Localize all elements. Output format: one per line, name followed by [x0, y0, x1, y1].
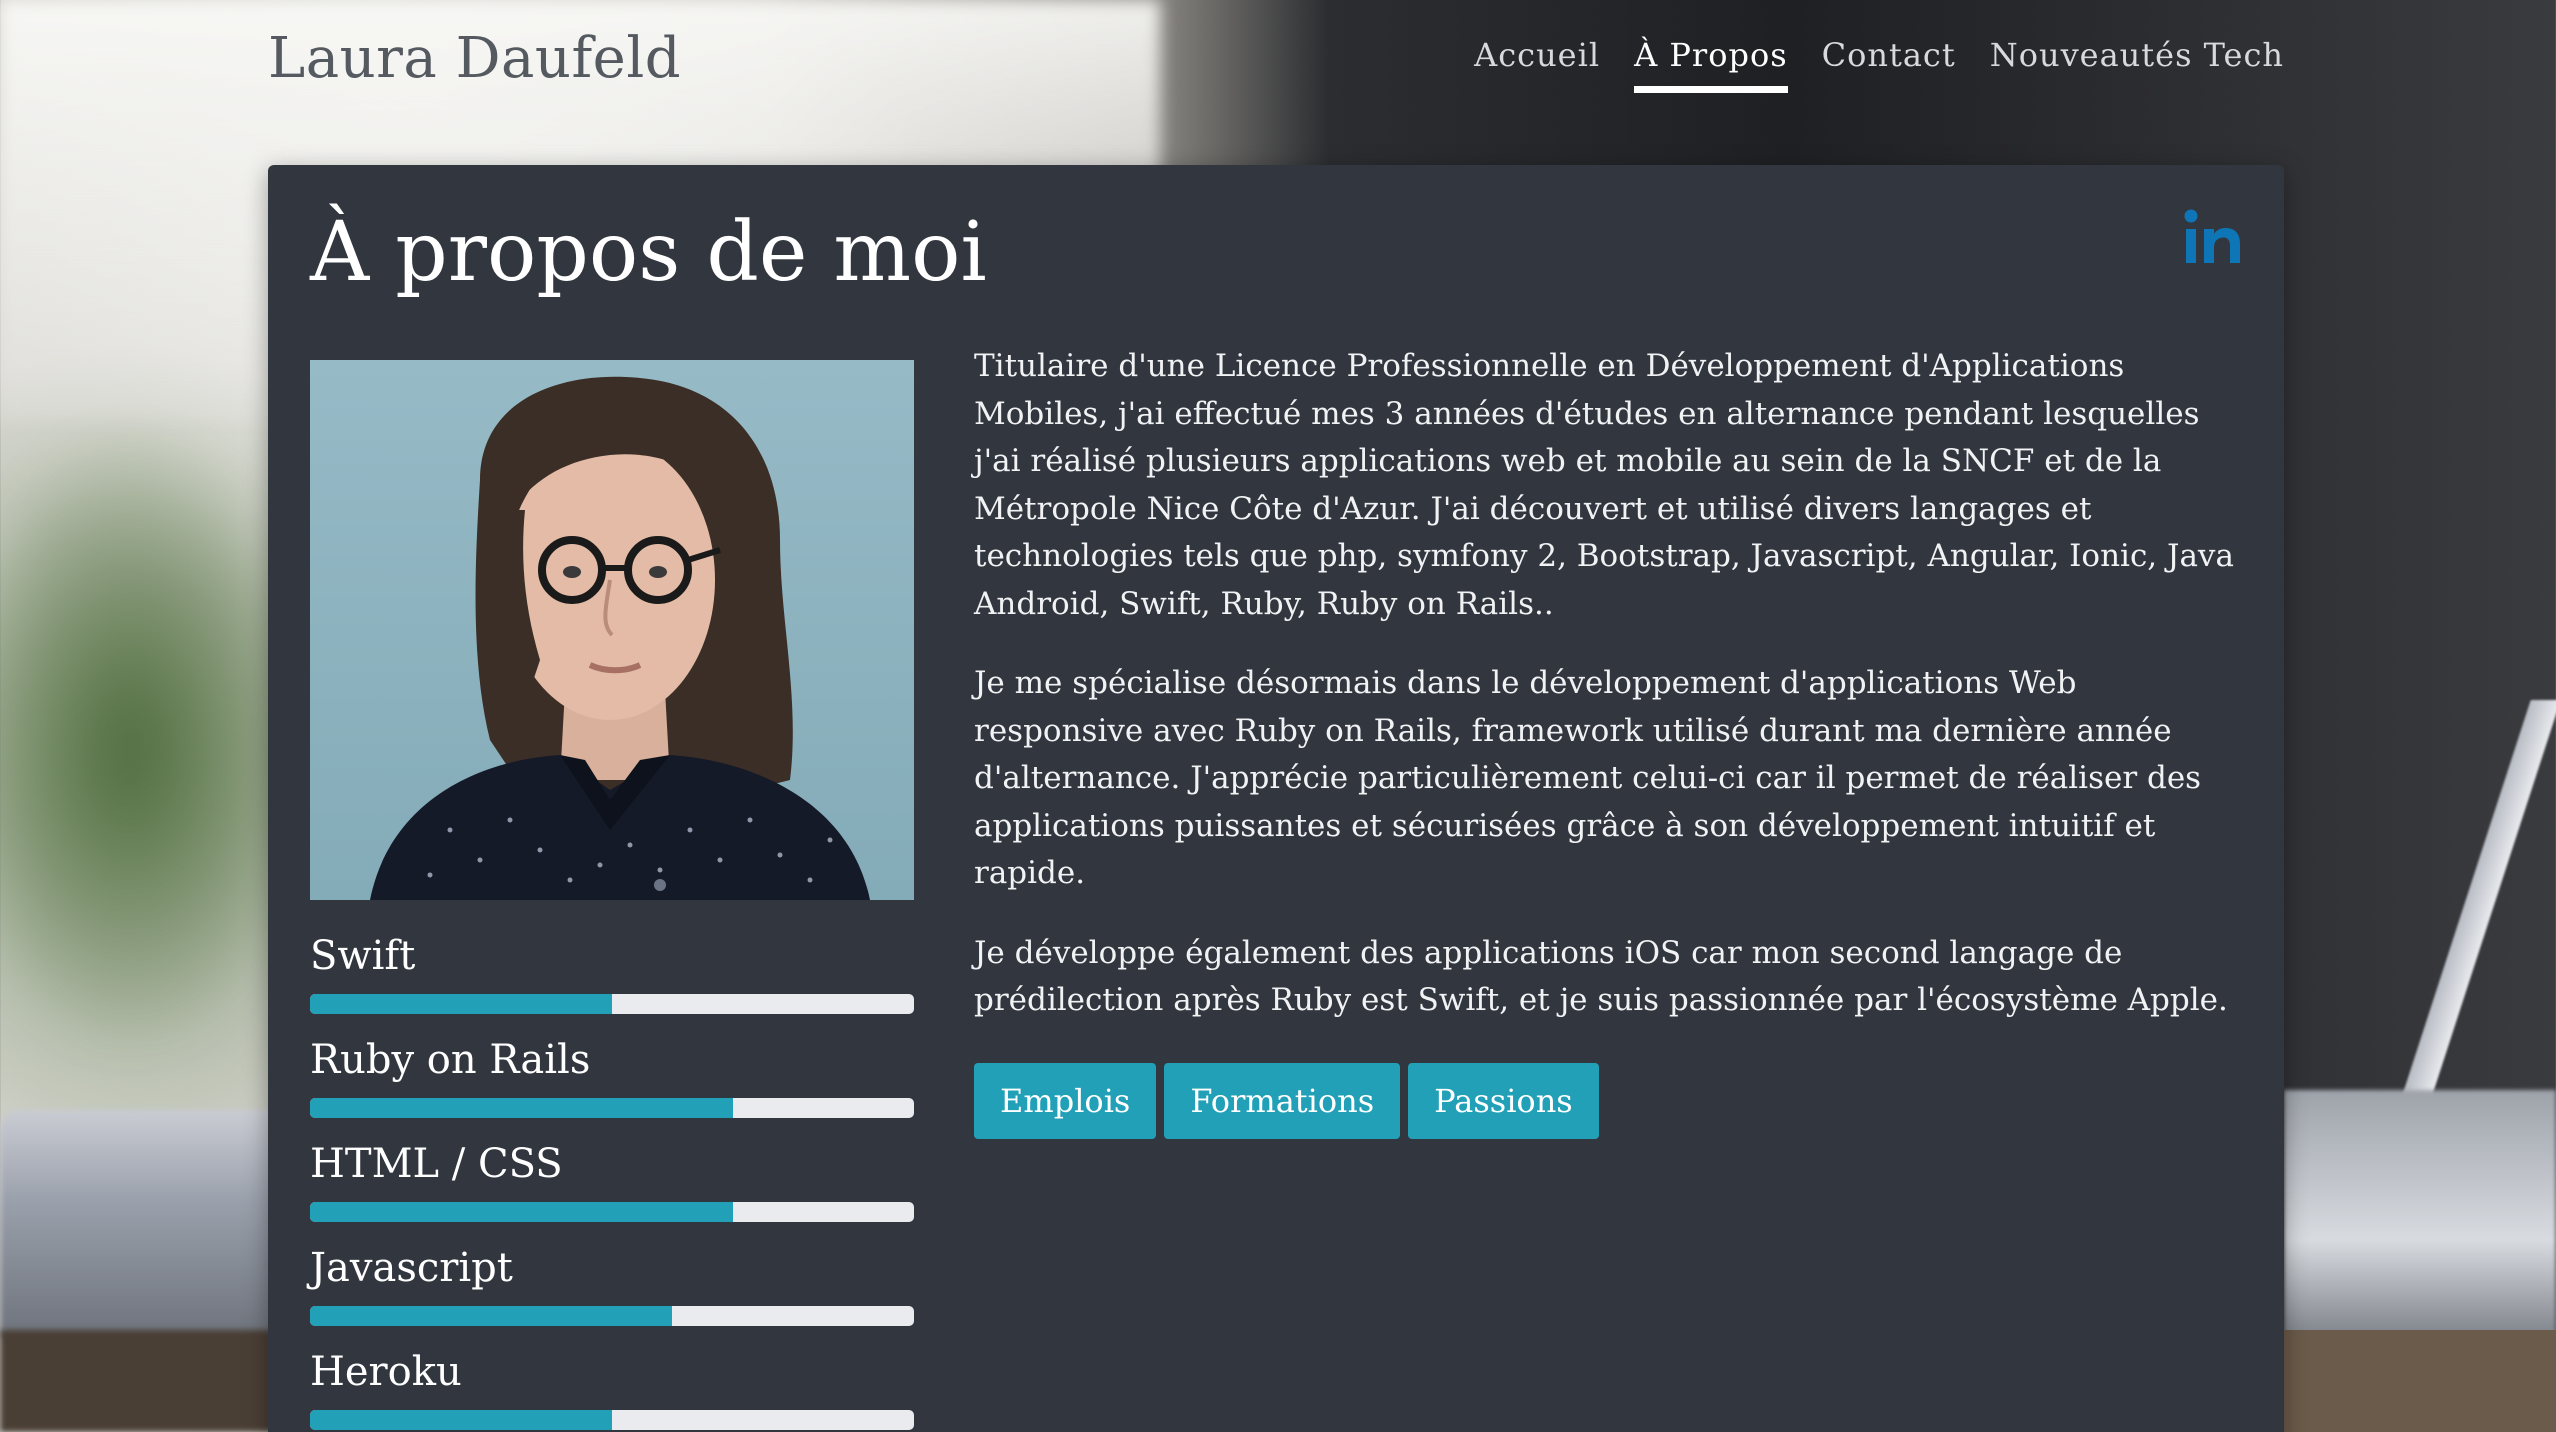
skill-progress-bar — [310, 1306, 914, 1326]
site-header: Laura Daufeld Accueil À Propos Contact N… — [268, 0, 2284, 130]
skill-progress-fill — [310, 1410, 612, 1430]
skill-progress-bar — [310, 1202, 914, 1222]
linkedin-icon — [2184, 209, 2240, 263]
skill-item: Ruby on Rails — [310, 1034, 914, 1138]
skill-name: HTML / CSS — [310, 1141, 563, 1187]
main-nav: Accueil À Propos Contact Nouveautés Tech — [1474, 36, 2284, 93]
brand-link[interactable]: Laura Daufeld — [268, 26, 681, 91]
skill-item: Javascript — [310, 1242, 914, 1346]
skill-progress-bar — [310, 1410, 914, 1430]
skill-item: Heroku — [310, 1346, 914, 1432]
skill-name: Javascript — [310, 1245, 513, 1291]
skills-list: Swift Ruby on Rails HTML / CSS Javascrip… — [310, 930, 914, 1432]
skill-progress-bar — [310, 1098, 914, 1118]
skill-progress-fill — [310, 1098, 733, 1118]
page-title: À propos de moi — [310, 205, 987, 300]
background-laptop-screen-edge — [2329, 700, 2556, 1320]
formations-button[interactable]: Formations — [1164, 1063, 1401, 1139]
skill-name: Ruby on Rails — [310, 1037, 591, 1083]
skill-progress-fill — [310, 994, 612, 1014]
nav-link-accueil[interactable]: Accueil — [1474, 36, 1600, 93]
skill-name: Heroku — [310, 1349, 462, 1395]
emplois-button[interactable]: Emplois — [974, 1063, 1157, 1139]
skill-name: Swift — [310, 933, 416, 979]
nav-link-nouveautes-tech[interactable]: Nouveautés Tech — [1990, 36, 2284, 93]
about-paragraph: Je développe également des applications … — [974, 934, 2228, 1019]
nav-link-contact[interactable]: Contact — [1822, 36, 1956, 93]
skill-progress-bar — [310, 994, 914, 1014]
linkedin-link[interactable] — [2184, 207, 2244, 267]
skill-progress-fill — [310, 1202, 733, 1222]
profile-photo-illustration — [310, 360, 914, 900]
passions-button[interactable]: Passions — [1408, 1063, 1599, 1139]
nav-link-a-propos[interactable]: À Propos — [1634, 36, 1788, 93]
about-card: À propos de moi Swift Ruby on Rails HTML… — [268, 165, 2284, 1432]
skill-item: Swift — [310, 930, 914, 1034]
background-laptop-right — [2284, 1090, 2556, 1340]
section-buttons: Emplois Formations Passions — [974, 1063, 1599, 1139]
about-text: Titulaire d'une Licence Professionnelle … — [974, 343, 2244, 1057]
about-paragraph: Je me spécialise désormais dans le dével… — [974, 665, 2202, 891]
background-desk-right — [2284, 1330, 2556, 1432]
skill-progress-fill — [310, 1306, 673, 1326]
profile-photo — [310, 360, 914, 900]
about-paragraph: Titulaire d'une Licence Professionnelle … — [974, 348, 2234, 622]
skill-item: HTML / CSS — [310, 1138, 914, 1242]
